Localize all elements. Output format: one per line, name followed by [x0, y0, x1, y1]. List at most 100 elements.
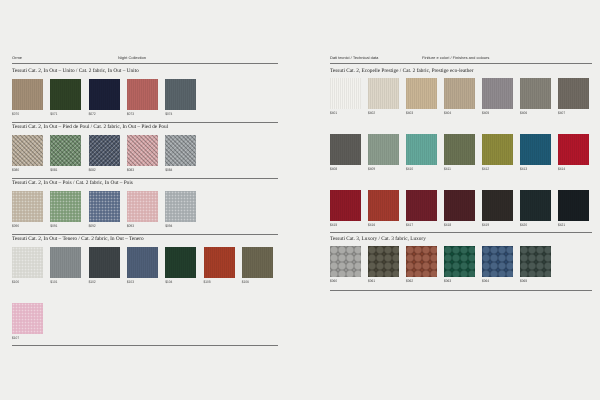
- fabric-swatch[interactable]: [330, 190, 361, 221]
- fabric-swatch[interactable]: [165, 191, 197, 222]
- fabric-swatch[interactable]: [88, 191, 120, 222]
- fabric-swatch[interactable]: [558, 78, 589, 109]
- fabric-swatch[interactable]: [330, 134, 361, 165]
- group-divider: [330, 232, 592, 233]
- fabric-swatch[interactable]: [520, 134, 551, 165]
- swatch-code: $106: [241, 280, 249, 284]
- fabric-swatch[interactable]: [203, 247, 235, 278]
- swatch-code: $406: [520, 111, 528, 115]
- fabric-swatch[interactable]: [368, 246, 399, 277]
- swatch-code: $101: [50, 280, 58, 284]
- fabric-swatch[interactable]: [12, 79, 43, 110]
- swatch-code: $073: [126, 112, 134, 116]
- fabric-swatch[interactable]: [50, 247, 82, 278]
- swatch-code: $408: [330, 167, 338, 171]
- fabric-swatch[interactable]: [444, 246, 475, 277]
- swatch-code: $401: [330, 111, 338, 115]
- group-divider: [12, 178, 278, 179]
- fabric-swatch[interactable]: [330, 246, 361, 277]
- swatch-code: $100: [12, 280, 20, 284]
- swatch-code: $090: [12, 224, 20, 228]
- fabric-swatch[interactable]: [406, 246, 437, 277]
- fabric-swatch[interactable]: [88, 135, 120, 166]
- fabric-swatch[interactable]: [482, 134, 513, 165]
- swatch-code: $103: [126, 280, 134, 284]
- swatch-code: $063: [444, 279, 452, 283]
- fabric-swatch[interactable]: [50, 135, 82, 166]
- swatch-code: $404: [444, 111, 452, 115]
- fabric-swatch[interactable]: [482, 190, 513, 221]
- fabric-swatch[interactable]: [368, 134, 399, 165]
- fabric-swatch[interactable]: [165, 247, 197, 278]
- swatch-code: $420: [520, 223, 528, 227]
- swatch-code: $074: [165, 112, 173, 116]
- header-divider: [330, 63, 592, 64]
- swatch-code: $107: [12, 336, 20, 340]
- fabric-swatch[interactable]: [126, 79, 158, 110]
- right-header-label: Dati tecnici / Technical data: [330, 55, 379, 60]
- swatch-code: $412: [482, 167, 490, 171]
- swatch-code: $092: [88, 224, 96, 228]
- swatch-code: $062: [406, 279, 414, 283]
- fabric-swatch[interactable]: [368, 78, 399, 109]
- swatch-code: $080: [12, 168, 20, 172]
- fabric-group-title: Tessuti Cat. 2, In Out – Pied de Poul / …: [12, 124, 169, 130]
- swatch-code: $416: [368, 223, 376, 227]
- fabric-swatch[interactable]: [126, 247, 158, 278]
- fabric-swatch[interactable]: [12, 303, 43, 334]
- fabric-swatch[interactable]: [330, 78, 361, 109]
- swatch-code: $093: [126, 224, 134, 228]
- fabric-swatch[interactable]: [558, 134, 589, 165]
- swatch-code: $407: [558, 111, 566, 115]
- fabric-swatch[interactable]: [88, 79, 120, 110]
- fabric-swatch[interactable]: [126, 191, 158, 222]
- swatch-code: $083: [126, 168, 134, 172]
- fabric-swatch[interactable]: [520, 78, 551, 109]
- fabric-swatch[interactable]: [558, 190, 589, 221]
- header-divider: [12, 63, 278, 64]
- fabric-swatch[interactable]: [444, 134, 475, 165]
- group-divider: [12, 345, 278, 346]
- swatch-code: $064: [482, 279, 490, 283]
- fabric-swatch[interactable]: [444, 190, 475, 221]
- group-divider: [12, 234, 278, 235]
- fabric-swatch[interactable]: [165, 135, 197, 166]
- fabric-swatch[interactable]: [50, 191, 82, 222]
- fabric-swatch[interactable]: [12, 247, 43, 278]
- swatch-code: $413: [520, 167, 528, 171]
- swatch-code: $072: [88, 112, 96, 116]
- swatch-code: $410: [406, 167, 414, 171]
- swatch-code: $060: [330, 279, 338, 283]
- fabric-group-title: Tessuti Cat. 2, In Out – Pois / Cat. 2 f…: [12, 180, 133, 186]
- swatch-code: $414: [558, 167, 566, 171]
- swatch-code: $405: [482, 111, 490, 115]
- fabric-swatch[interactable]: [520, 246, 551, 277]
- fabric-swatch[interactable]: [406, 134, 437, 165]
- swatch-code: $091: [50, 224, 58, 228]
- fabric-swatch[interactable]: [126, 135, 158, 166]
- left-catalog-page: Orme Night Collection Tessuti Cat. 2, In…: [0, 0, 300, 400]
- swatch-code: $081: [50, 168, 58, 172]
- fabric-swatch[interactable]: [406, 190, 437, 221]
- swatch-code: $070: [12, 112, 20, 116]
- fabric-swatch[interactable]: [12, 191, 43, 222]
- group-divider: [12, 122, 278, 123]
- fabric-swatch[interactable]: [50, 79, 82, 110]
- fabric-swatch[interactable]: [241, 247, 273, 278]
- fabric-swatch[interactable]: [482, 246, 513, 277]
- fabric-swatch[interactable]: [406, 78, 437, 109]
- fabric-swatch[interactable]: [12, 135, 43, 166]
- swatch-code: $071: [50, 112, 58, 116]
- fabric-swatch[interactable]: [520, 190, 551, 221]
- fabric-swatch[interactable]: [88, 247, 120, 278]
- fabric-swatch[interactable]: [165, 79, 197, 110]
- swatch-code: $082: [88, 168, 96, 172]
- fabric-swatch[interactable]: [482, 78, 513, 109]
- right-catalog-page: Dati tecnici / Technical data Finiture e…: [300, 0, 600, 400]
- fabric-swatch[interactable]: [368, 190, 399, 221]
- fabric-group-title: Tessuti Cat. 2, Ecopelle Prestige / Cat.…: [330, 68, 474, 74]
- swatch-code: $102: [88, 280, 96, 284]
- fabric-swatch[interactable]: [444, 78, 475, 109]
- swatch-code: $409: [368, 167, 376, 171]
- swatch-code: $415: [330, 223, 338, 227]
